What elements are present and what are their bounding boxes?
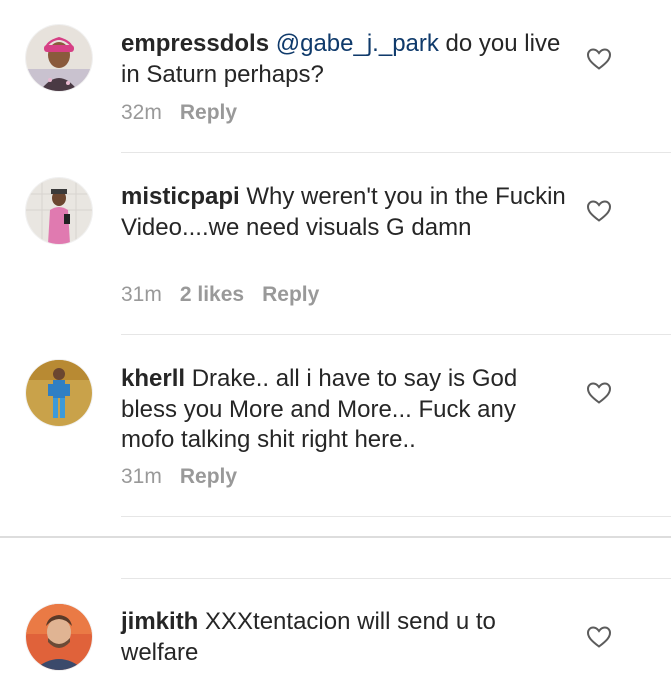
heart-icon[interactable] (586, 381, 612, 405)
avatar[interactable] (26, 604, 92, 670)
comment-timestamp: 31m (121, 465, 162, 488)
comment-username[interactable]: misticpapi (121, 183, 240, 210)
likes-count[interactable]: 2 likes (180, 283, 244, 306)
comment-mention[interactable]: @gabe_j._park (276, 30, 439, 57)
comment-meta: 31m Reply (121, 465, 237, 489)
comment-meta: 31m 2 likes Reply (121, 283, 319, 307)
heart-icon[interactable] (586, 625, 612, 649)
avatar[interactable] (26, 360, 92, 426)
divider (121, 578, 671, 579)
comment-meta: 32m Reply (121, 101, 237, 125)
reply-button[interactable]: Reply (180, 101, 237, 124)
divider (121, 152, 671, 153)
comment-username[interactable]: jimkith (121, 608, 198, 635)
avatar[interactable] (26, 178, 92, 244)
reply-button[interactable]: Reply (262, 283, 319, 306)
avatar[interactable] (26, 25, 92, 91)
divider (121, 334, 671, 335)
comment-timestamp: 31m (121, 283, 162, 306)
section-divider (0, 536, 671, 538)
comment-body: empressdols @gabe_j._park do you live in… (121, 29, 571, 90)
heart-icon[interactable] (586, 47, 612, 71)
comment-body: misticpapi Why weren't you in the Fuckin… (121, 182, 571, 243)
comment-body: kherll Drake.. all i have to say is God … (121, 364, 571, 456)
divider (121, 516, 671, 517)
reply-button[interactable]: Reply (180, 465, 237, 488)
comment-body: jimkith XXXtentacion will send u to welf… (121, 607, 571, 668)
heart-icon[interactable] (586, 199, 612, 223)
comment-username[interactable]: kherll (121, 365, 185, 392)
comment-timestamp: 32m (121, 101, 162, 124)
comment-username[interactable]: empressdols (121, 30, 269, 57)
